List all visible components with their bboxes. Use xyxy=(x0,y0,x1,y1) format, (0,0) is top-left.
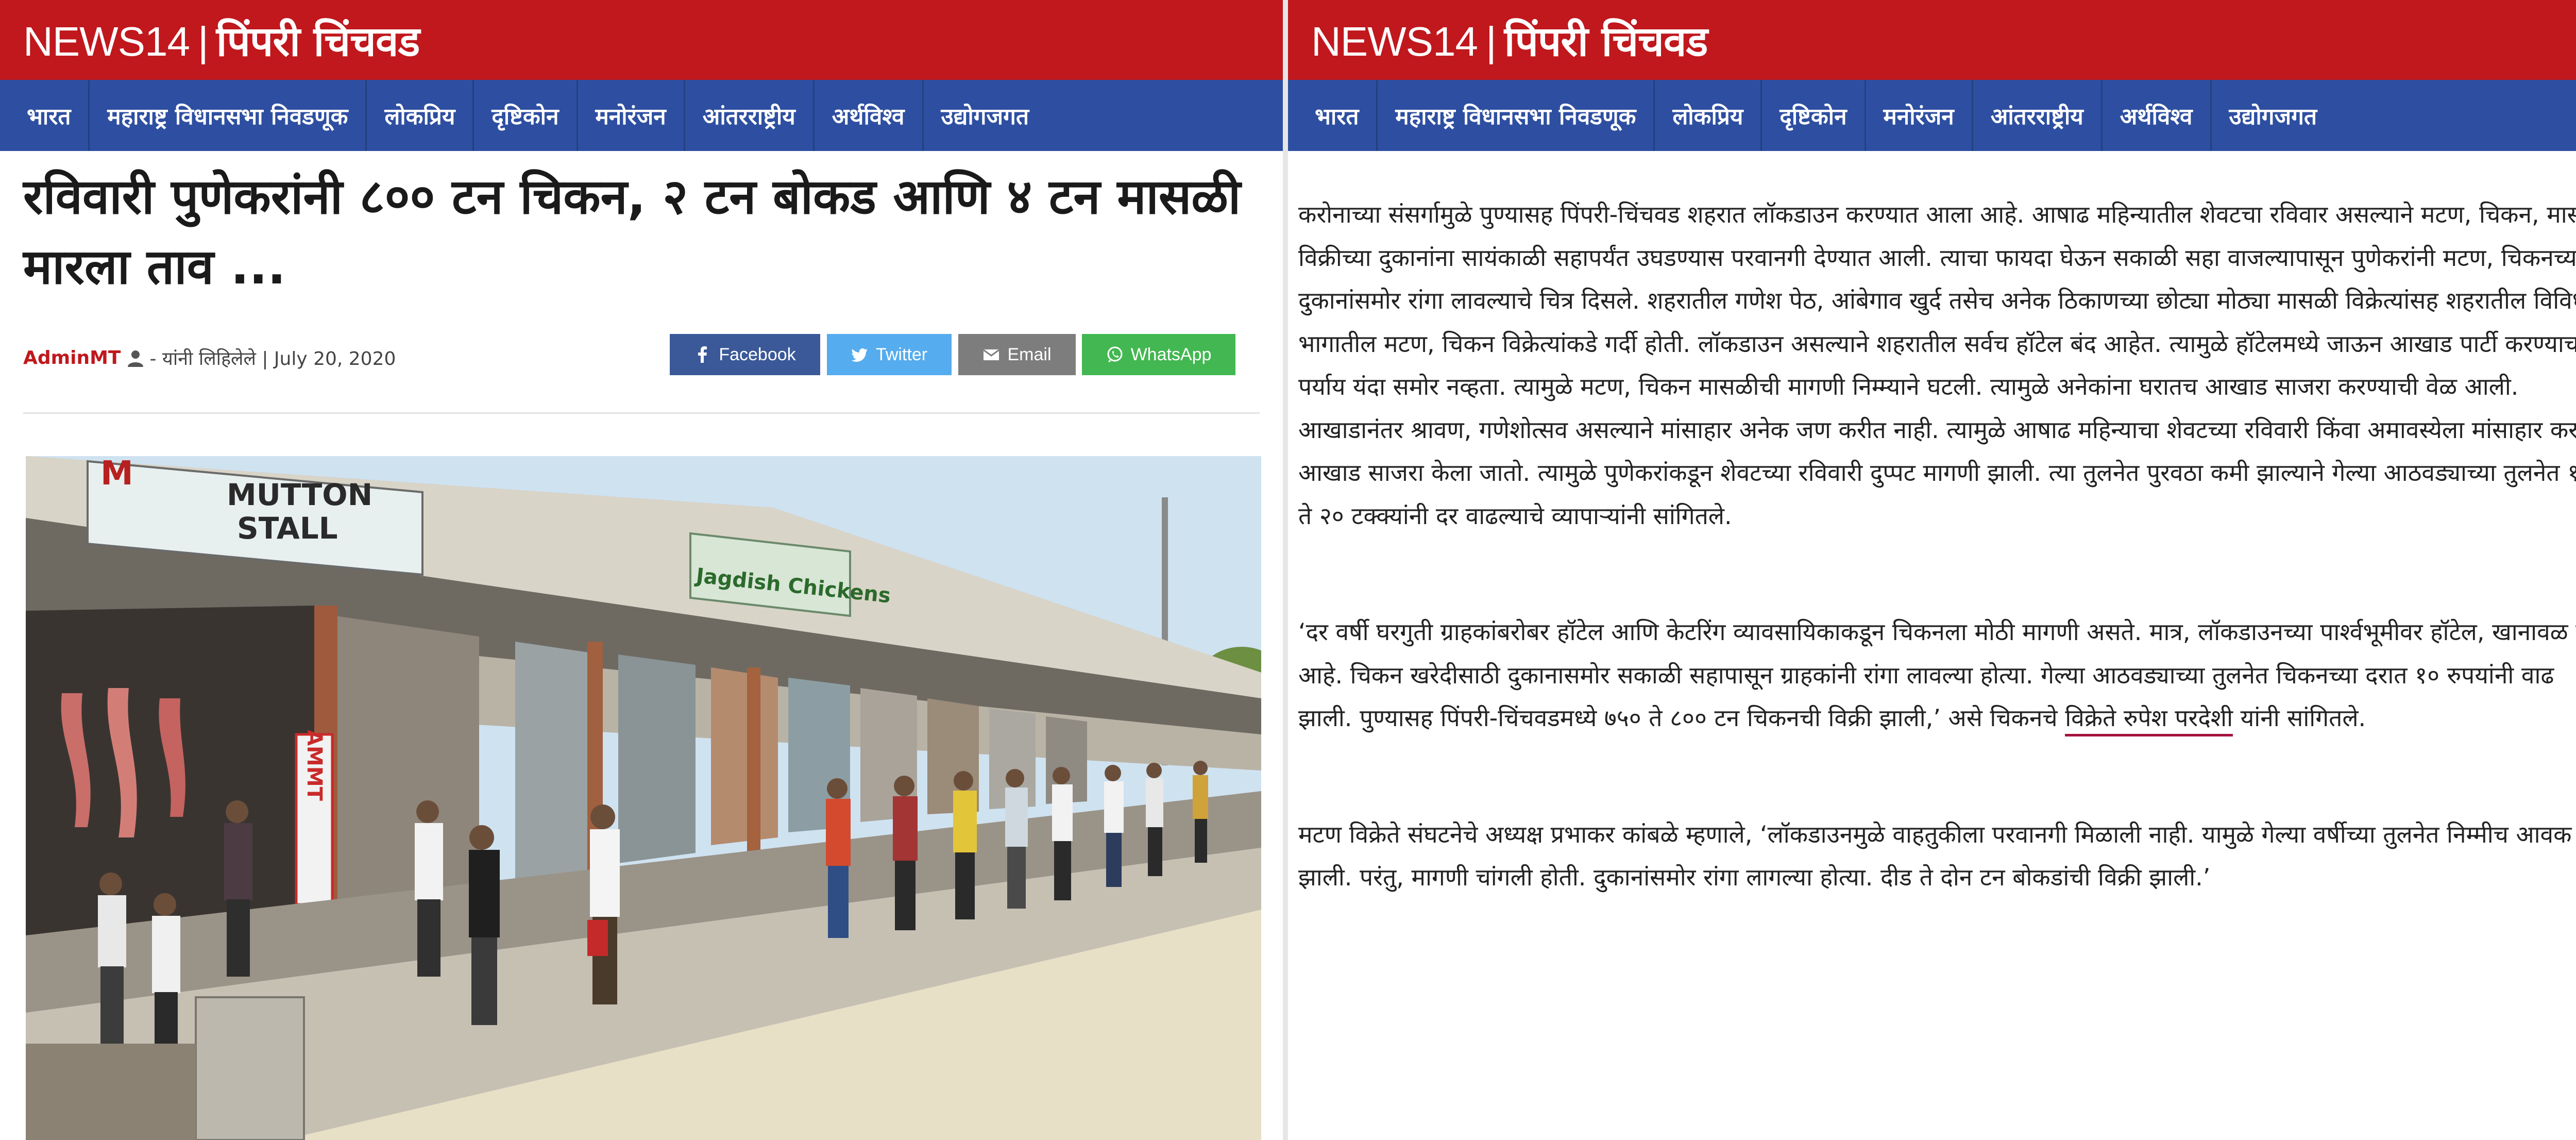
nav-item-industry[interactable]: उद्योगजगत xyxy=(924,80,1047,151)
article-byline: AdminMT - यांनी लिहिलेले | July 20, 2020 xyxy=(23,345,396,371)
share-twitter-label: Twitter xyxy=(875,344,928,364)
article-paragraph: करोनाच्या संसर्गामुळे पुण्यासह पिंपरी-चि… xyxy=(1298,200,2576,530)
article-headline: रविवारी पुणेकरांनी ८०० टन चिकन, २ टन बोक… xyxy=(23,169,1241,296)
main-nav: भारत महाराष्ट्र विधानसभा निवडणूक लोकप्रि… xyxy=(0,80,1283,151)
byline-date: - यांनी लिहिलेले | July 20, 2020 xyxy=(149,348,396,370)
nav-item-election[interactable]: महाराष्ट्र विधानसभा निवडणूक xyxy=(1378,80,1655,151)
nav-item-bharat[interactable]: भारत xyxy=(1297,80,1378,151)
email-icon xyxy=(982,346,1000,363)
nav-item-bharat[interactable]: भारत xyxy=(9,80,90,151)
left-page-screenshot: NEWS14 | पिंपरी चिंचवड भारत महाराष्ट्र विध… xyxy=(0,0,1283,1140)
main-nav-2: भारत महाराष्ट्र विधानसभा निवडणूक लोकप्रि… xyxy=(1288,80,2576,151)
brand-city-2: पिंपरी चिंचवड xyxy=(1504,18,1708,65)
facebook-icon xyxy=(694,346,711,363)
sign-vertical: AMMT xyxy=(302,730,326,801)
nav-item-international[interactable]: आंतरराष्ट्रीय xyxy=(685,80,815,151)
sign-stall: STALL xyxy=(237,511,338,546)
nav-item-viewpoint[interactable]: दृष्टिकोन xyxy=(1762,80,1866,151)
article-paragraph-quote: ‘दर वर्षी घरगुती ग्राहकांबरोबर हॉटेल आणि… xyxy=(1298,611,2576,740)
article-body: करोनाच्या संसर्गामुळे पुण्यासह पिंपरी-चि… xyxy=(1298,193,2576,973)
vendor-name-link[interactable]: विक्रेते रुपेश परदेशी xyxy=(2065,704,2233,736)
nav-item-economy[interactable]: अर्थविश्व xyxy=(2103,80,2212,151)
whatsapp-icon xyxy=(1106,346,1124,363)
nav-item-international[interactable]: आंतरराष्ट्रीय xyxy=(1973,80,2103,151)
nav-item-popular[interactable]: लोकप्रिय xyxy=(367,80,474,151)
share-whatsapp-label: WhatsApp xyxy=(1130,344,1212,364)
sign-mutton: MUTTON xyxy=(227,477,372,512)
site-logo-2[interactable]: NEWS14 | पिंपरी चिंचवड xyxy=(1311,12,1708,68)
user-icon xyxy=(126,349,145,367)
nav-item-entertainment[interactable]: मनोरंजन xyxy=(578,80,685,151)
article-paragraph: मटण विक्रेते संघटनेचे अध्यक्ष प्रभाकर का… xyxy=(1298,820,2572,892)
share-facebook-label: Facebook xyxy=(719,344,796,364)
paragraph-2-lead: ‘दर वर्षी घरगुती ग्राहकांबरोबर हॉटेल आणि… xyxy=(1298,618,2576,732)
site-header: NEWS14 | पिंपरी चिंचवड xyxy=(0,0,1283,80)
author-link[interactable]: AdminMT xyxy=(23,347,121,368)
panel-divider xyxy=(1283,0,1288,1140)
site-logo[interactable]: NEWS14 | पिंपरी चिंचवड xyxy=(23,12,420,68)
site-header-2: NEWS14 | पिंपरी चिंचवड xyxy=(1288,0,2576,80)
paragraph-2-tail: यांनी सांगितले. xyxy=(2233,704,2366,732)
byline-divider xyxy=(23,412,1260,414)
brand-name: NEWS14 xyxy=(23,19,190,64)
brand-city: पिंपरी चिंचवड xyxy=(216,18,420,65)
svg-text:M: M xyxy=(100,456,133,493)
nav-item-viewpoint[interactable]: दृष्टिकोन xyxy=(474,80,578,151)
brand-separator-2: | xyxy=(1485,19,1497,64)
brand-separator: | xyxy=(197,19,209,64)
share-email-label: Email xyxy=(1007,344,1052,364)
share-facebook-button[interactable]: Facebook xyxy=(670,334,820,375)
nav-item-entertainment[interactable]: मनोरंजन xyxy=(1866,80,1973,151)
article-photo: M MUTTON STALL Jagdish Chickens AMMT xyxy=(26,456,1261,1140)
nav-item-industry[interactable]: उद्योगजगत xyxy=(2212,80,2335,151)
nav-item-popular[interactable]: लोकप्रिय xyxy=(1655,80,1762,151)
twitter-icon xyxy=(851,346,869,363)
nav-item-election[interactable]: महाराष्ट्र विधानसभा निवडणूक xyxy=(90,80,367,151)
nav-item-economy[interactable]: अर्थविश्व xyxy=(815,80,924,151)
share-whatsapp-button[interactable]: WhatsApp xyxy=(1082,334,1235,375)
share-email-button[interactable]: Email xyxy=(958,334,1076,375)
brand-name-2: NEWS14 xyxy=(1311,19,1478,64)
share-twitter-button[interactable]: Twitter xyxy=(827,334,952,375)
